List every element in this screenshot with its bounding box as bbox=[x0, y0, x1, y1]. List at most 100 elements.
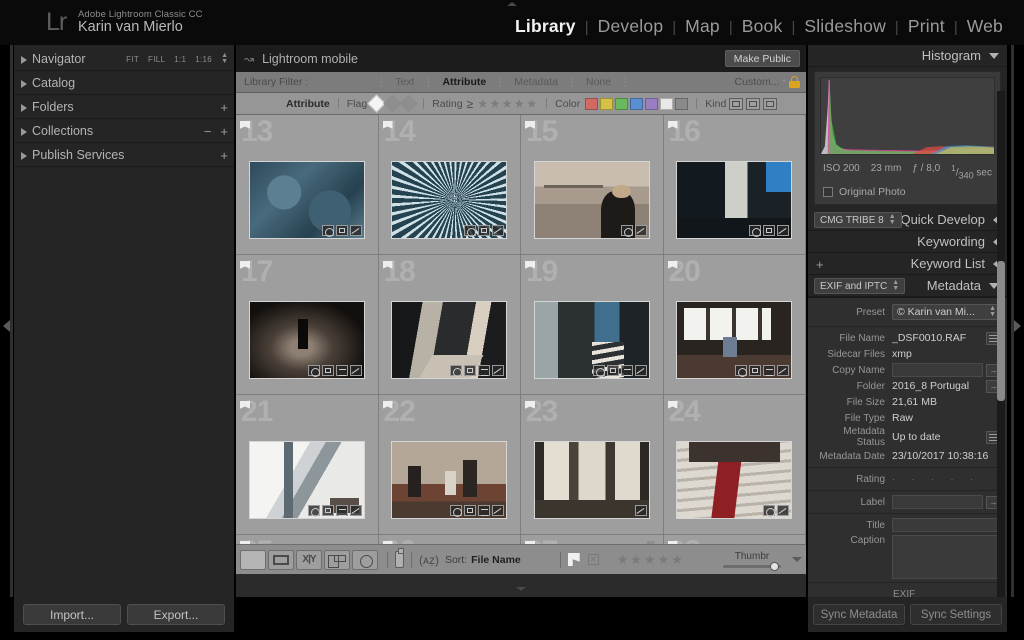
disclosure-triangle-icon[interactable] bbox=[21, 56, 27, 64]
metadata-badge-icon[interactable] bbox=[478, 365, 491, 376]
keyword-badge-icon[interactable] bbox=[307, 365, 320, 377]
top-panel-handle[interactable] bbox=[507, 2, 517, 6]
crop-badge-icon[interactable] bbox=[321, 505, 334, 516]
preset-stepper-icon[interactable]: ▲ ▼ bbox=[889, 213, 896, 226]
lock-icon[interactable] bbox=[789, 76, 800, 88]
slider-track[interactable] bbox=[723, 562, 781, 571]
zoom-fit[interactable]: FIT bbox=[126, 55, 139, 64]
thumbnail-image[interactable] bbox=[248, 301, 365, 379]
develop-badge-icon[interactable] bbox=[492, 505, 505, 516]
crop-badge-icon[interactable] bbox=[335, 225, 348, 236]
zoom-1-16[interactable]: 1:16 bbox=[195, 55, 212, 64]
survey-view-icon[interactable] bbox=[324, 549, 350, 570]
a-z-sort-icon[interactable]: (ᴀẓ) bbox=[419, 553, 439, 567]
metadata-view-stepper-icon[interactable]: ▲ ▼ bbox=[892, 279, 899, 292]
caption-input[interactable] bbox=[892, 535, 1001, 580]
crop-badge-icon[interactable] bbox=[464, 365, 477, 376]
grid-cell[interactable]: 14 bbox=[378, 115, 521, 255]
original-photo-row[interactable]: Original Photo bbox=[815, 184, 1000, 204]
thumbnail-image[interactable] bbox=[248, 441, 365, 519]
crop-badge-icon[interactable] bbox=[606, 365, 619, 376]
kind-virtual-copy-icon[interactable] bbox=[746, 97, 761, 110]
thumbnail-image[interactable] bbox=[391, 441, 508, 519]
sidebar-item-collections[interactable]: Collections − + bbox=[14, 119, 234, 143]
keyword-badge-icon[interactable] bbox=[735, 365, 748, 377]
add-keyword-plus-icon[interactable]: + bbox=[816, 257, 824, 272]
label-input[interactable] bbox=[892, 495, 983, 510]
develop-badge-icon[interactable] bbox=[634, 505, 647, 516]
filter-tab-text[interactable]: Text bbox=[386, 76, 423, 88]
grid-cell[interactable]: 19 bbox=[521, 255, 664, 395]
develop-badge-icon[interactable] bbox=[634, 225, 647, 236]
keyword-badge-icon[interactable] bbox=[321, 225, 334, 237]
rating-operator[interactable]: ≥ bbox=[467, 97, 474, 111]
add-publish-service-plus-icon[interactable]: + bbox=[220, 149, 228, 162]
sort-value[interactable]: File Name bbox=[471, 554, 521, 566]
thumbnail-image[interactable] bbox=[676, 161, 793, 239]
title-input[interactable] bbox=[892, 518, 1001, 533]
module-develop[interactable]: Develop bbox=[589, 16, 673, 37]
metadata-view-select[interactable]: EXIF and IPTC ▲ ▼ bbox=[814, 278, 906, 295]
keyword-badge-icon[interactable] bbox=[450, 505, 463, 517]
field-value[interactable]: _DSF0010.RAF bbox=[892, 332, 983, 344]
color-swatch-purple[interactable] bbox=[645, 97, 659, 110]
rating-stars[interactable]: ★★★★★ bbox=[477, 96, 538, 111]
sync-settings-button[interactable]: Sync Settings bbox=[910, 604, 1002, 625]
sync-metadata-button[interactable]: Sync Metadata bbox=[813, 604, 905, 625]
grid-cell[interactable]: 20 bbox=[663, 255, 806, 395]
filmstrip-handle[interactable] bbox=[516, 587, 526, 591]
quick-develop-preset-select[interactable]: CMG TRIBE 8 ▲ ▼ bbox=[814, 212, 902, 229]
thumbnail-image[interactable] bbox=[248, 161, 365, 239]
keyword-badge-icon[interactable] bbox=[763, 505, 776, 517]
keyword-badge-icon[interactable] bbox=[749, 225, 762, 237]
metadata-badge-icon[interactable] bbox=[335, 365, 348, 376]
color-swatch-none[interactable] bbox=[675, 97, 689, 110]
disclosure-triangle-icon[interactable] bbox=[21, 80, 27, 88]
crop-badge-icon[interactable] bbox=[464, 505, 477, 516]
crop-badge-icon[interactable] bbox=[763, 225, 776, 236]
metadata-badge-icon[interactable] bbox=[763, 365, 776, 376]
right-panel-scrollbar-thumb[interactable] bbox=[997, 261, 1005, 401]
metadata-badge-icon[interactable] bbox=[620, 365, 633, 376]
crop-badge-icon[interactable] bbox=[749, 365, 762, 376]
module-book[interactable]: Book bbox=[733, 16, 792, 37]
color-swatch-blue[interactable] bbox=[630, 97, 644, 110]
develop-badge-icon[interactable] bbox=[777, 365, 790, 376]
develop-badge-icon[interactable] bbox=[634, 365, 647, 376]
crop-badge-icon[interactable] bbox=[478, 225, 491, 236]
color-swatch-white[interactable] bbox=[660, 97, 674, 110]
keyword-badge-icon[interactable] bbox=[592, 365, 605, 377]
module-library[interactable]: Library bbox=[506, 16, 585, 37]
develop-badge-icon[interactable] bbox=[777, 505, 790, 516]
import-button[interactable]: Import... bbox=[23, 604, 121, 625]
loupe-view-icon[interactable] bbox=[268, 549, 294, 570]
slider-knob[interactable] bbox=[770, 562, 779, 571]
flag-reject-icon[interactable] bbox=[399, 94, 418, 113]
kind-master-photo-icon[interactable] bbox=[729, 97, 744, 110]
grid-cell[interactable]: 15 bbox=[521, 115, 664, 255]
develop-badge-icon[interactable] bbox=[492, 365, 505, 376]
keyword-badge-icon[interactable] bbox=[464, 225, 477, 237]
zoom-fill[interactable]: FILL bbox=[148, 55, 165, 64]
keyword-list-header[interactable]: + Keyword List bbox=[808, 253, 1007, 276]
metadata-preset-stepper-icon[interactable]: ▲ ▼ bbox=[989, 305, 996, 318]
keyword-badge-icon[interactable] bbox=[620, 225, 633, 237]
thumbnail-image[interactable] bbox=[391, 301, 508, 379]
metadata-badge-icon[interactable] bbox=[478, 505, 491, 516]
keyword-badge-icon[interactable] bbox=[307, 505, 320, 517]
kind-video-icon[interactable] bbox=[763, 97, 778, 110]
thumbnail-image[interactable] bbox=[391, 161, 508, 239]
thumbnail-image[interactable] bbox=[533, 441, 650, 519]
add-folder-plus-icon[interactable]: + bbox=[220, 101, 228, 114]
field-value[interactable]: 2016_8 Portugal bbox=[892, 380, 983, 392]
thumbnail-image[interactable] bbox=[533, 161, 650, 239]
left-panel-collapse-arrow-icon[interactable] bbox=[3, 320, 10, 332]
flag-icon[interactable] bbox=[567, 553, 580, 566]
sidebar-item-publish-services[interactable]: Publish Services + bbox=[14, 143, 234, 167]
grid-cell[interactable]: 16 bbox=[663, 115, 806, 255]
histogram-header[interactable]: Histogram bbox=[808, 45, 1007, 67]
compare-view-icon[interactable]: X|Y bbox=[296, 549, 322, 570]
quick-develop-header[interactable]: CMG TRIBE 8 ▲ ▼ Quick Develop bbox=[808, 209, 1007, 232]
grid-view[interactable]: 13 14 15 16 17 18 19 20 21 22 23 24 bbox=[236, 115, 806, 574]
thumbnail-size-slider[interactable]: Thumbr bbox=[723, 551, 785, 571]
